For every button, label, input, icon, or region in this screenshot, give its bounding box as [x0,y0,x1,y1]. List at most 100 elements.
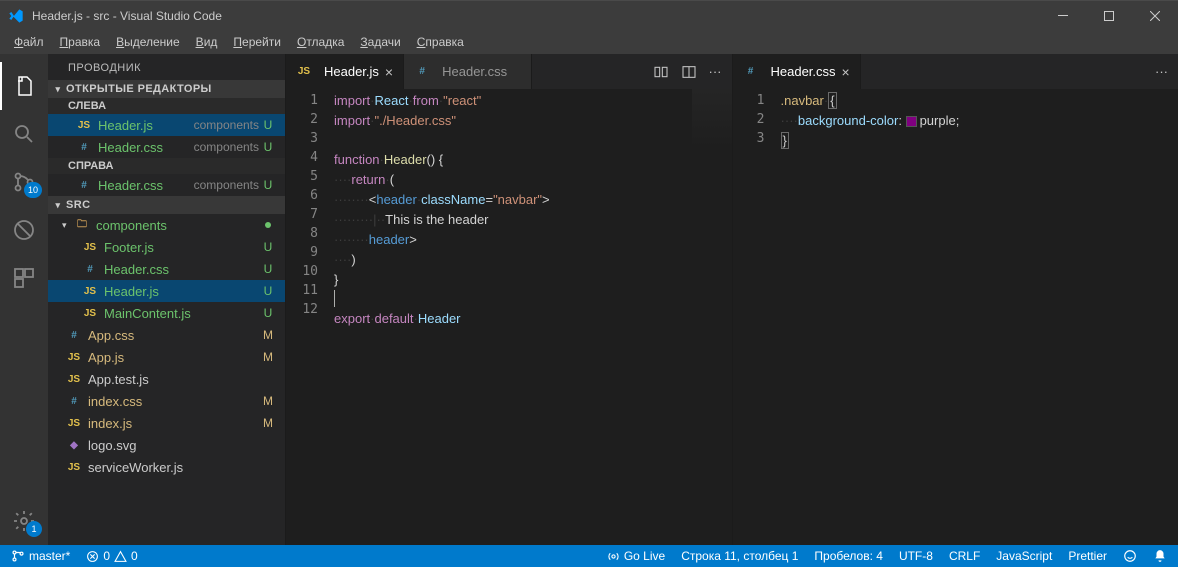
editor-groups: JSHeader.js×#Header.css× ··· 123456789101… [285,54,1178,545]
status-cursor[interactable]: Строка 11, столбец 1 [678,545,801,567]
file-hint: components [194,118,259,132]
editor-tab[interactable]: #Header.css× [733,54,861,89]
js-icon: JS [66,371,82,387]
section-open-editors[interactable]: ▾ ОТКРЫТЫЕ РЕДАКТОРЫ [48,80,285,98]
titlebar: Header.js - src - Visual Studio Code [0,0,1178,30]
activity-search[interactable] [0,110,48,158]
status-problems[interactable]: 0 0 [83,545,140,567]
menubar: ФайлПравкаВыделениеВидПерейтиОтладкаЗада… [0,30,1178,54]
activity-settings[interactable]: 1 [0,497,48,545]
status-language[interactable]: JavaScript [993,545,1055,567]
tree-item[interactable]: #Header.csscomponentsU [48,174,285,196]
window-title: Header.js - src - Visual Studio Code [32,9,222,23]
file-label: serviceWorker.js [88,460,259,475]
menu-item[interactable]: Справка [409,33,472,51]
tree-item[interactable]: JSFooter.jsU [48,236,285,258]
menu-item[interactable]: Выделение [108,33,188,51]
status-feedback[interactable] [1120,545,1140,567]
menu-item[interactable]: Файл [6,33,52,51]
js-icon: JS [82,283,98,299]
tree-item[interactable]: # Header.cssU [48,258,285,280]
close-icon[interactable]: × [385,64,393,80]
tree-item[interactable]: JSindex.jsM [48,412,285,434]
menu-item[interactable]: Задачи [352,33,408,51]
tree-item[interactable]: ◆logo.svg [48,434,285,456]
js-icon: JS [82,305,98,321]
tree-item[interactable]: JSApp.jsM [48,346,285,368]
status-encoding[interactable]: UTF-8 [896,545,936,567]
chevron-down-icon: ▾ [50,84,66,95]
file-label: Header.css [98,140,188,155]
code-editor-left[interactable]: 123456789101112 import·React·from·"react… [286,89,732,545]
git-status: M [259,394,277,408]
file-hint: components [194,178,259,192]
editor-tab[interactable]: #Header.css× [404,54,532,89]
tree-item[interactable]: #Header.csscomponentsU [48,136,285,158]
tabbar-right: #Header.css×··· [733,54,1178,89]
status-prettier[interactable]: Prettier [1065,545,1110,567]
activity-explorer[interactable] [0,62,48,110]
status-golive[interactable]: Go Live [604,545,668,567]
tab-label: Header.css [442,64,507,79]
git-status: M [259,350,277,364]
more-icon[interactable]: ··· [1155,64,1168,79]
menu-item[interactable]: Вид [188,33,226,51]
open-editors-label: ОТКРЫТЫЕ РЕДАКТОРЫ [66,83,212,95]
chevron-down-icon: ▾ [50,200,66,211]
git-status: U [259,306,277,320]
folder-item[interactable]: ▾🗀components [48,214,285,236]
status-eol[interactable]: CRLF [946,545,983,567]
close-icon[interactable]: × [842,64,850,80]
git-status: U [259,284,277,298]
code-editor-right[interactable]: 123 .navbar·{····background-color: purpl… [733,89,1178,545]
compare-icon[interactable] [653,64,669,80]
status-branch[interactable]: master* [8,545,73,567]
menu-item[interactable]: Перейти [225,33,289,51]
tab-label: Header.css [771,64,836,79]
file-label: Footer.js [104,240,259,255]
css-icon: # [66,393,82,409]
status-indent[interactable]: Пробелов: 4 [811,545,886,567]
css-icon: # [76,139,92,155]
tree-item[interactable]: # index.cssM [48,390,285,412]
file-label: Header.js [104,284,259,299]
activity-scm[interactable]: 10 [0,158,48,206]
tree-item[interactable]: JSserviceWorker.js [48,456,285,478]
chevron-down-icon: ▾ [62,220,74,231]
tree-item[interactable]: JSHeader.jscomponentsU [48,114,285,136]
status-warnings: 0 [131,549,138,563]
js-icon: JS [66,415,82,431]
maximize-button[interactable] [1086,1,1132,30]
minimize-button[interactable] [1040,1,1086,30]
section-workspace[interactable]: ▾ SRC [48,196,285,214]
modified-dot [265,222,271,228]
group-right-label: СПРАВА [48,158,285,174]
css-icon: # [66,327,82,343]
activity-debug[interactable] [0,206,48,254]
git-status: M [259,328,277,342]
js-icon: JS [296,64,312,80]
git-status: U [259,262,277,276]
split-icon[interactable] [681,64,697,80]
menu-item[interactable]: Отладка [289,33,352,51]
file-label: index.css [88,394,259,409]
sidebar-title: ПРОВОДНИК [48,54,285,80]
tree-item[interactable]: JS Header.jsU [48,280,285,302]
activity-extensions[interactable] [0,254,48,302]
editor-pane-right: #Header.css×··· 123 .navbar·{····backgro… [732,54,1178,545]
file-label: index.js [88,416,259,431]
more-icon[interactable]: ··· [709,64,722,79]
minimap[interactable] [692,89,732,149]
css-icon: # [82,261,98,277]
folder-label: components [96,218,265,233]
tree-item[interactable]: JSMainContent.jsU [48,302,285,324]
menu-item[interactable]: Правка [52,33,109,51]
tree-item[interactable]: #App.cssM [48,324,285,346]
git-status: U [259,240,277,254]
close-button[interactable] [1132,1,1178,30]
status-errors: 0 [103,549,110,563]
status-bell[interactable] [1150,545,1170,567]
file-label: Header.css [104,262,259,277]
editor-tab[interactable]: JSHeader.js× [286,54,404,89]
tree-item[interactable]: JSApp.test.js [48,368,285,390]
